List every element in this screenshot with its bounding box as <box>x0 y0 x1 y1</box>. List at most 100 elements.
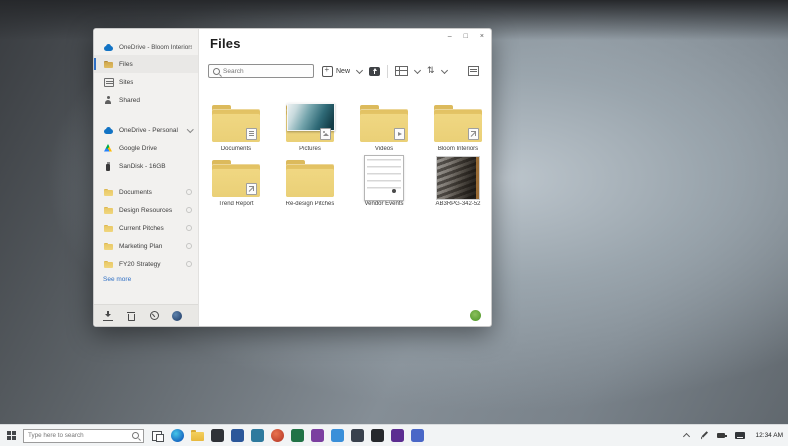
folder-icon <box>286 160 334 197</box>
document-badge-icon <box>246 128 257 140</box>
folder-icon <box>103 260 114 269</box>
windows-logo-icon <box>7 431 16 440</box>
new-button-label: New <box>336 68 350 75</box>
sidebar-pinned: DocumentsDesign Resources Current Pitches… <box>94 183 198 273</box>
tile-pictures[interactable]: Pictures <box>273 101 347 152</box>
taskbar-file-explorer-icon[interactable] <box>191 429 204 442</box>
tile-label: Bloom Interiors <box>438 146 478 152</box>
taskbar-search-icon <box>132 432 139 439</box>
tile-videos[interactable]: Videos <box>347 101 421 152</box>
sidebar-item-sites[interactable]: Sites <box>94 73 198 91</box>
start-button[interactable] <box>0 425 23 446</box>
taskbar-onenote-icon[interactable] <box>311 429 324 442</box>
recent-icon[interactable] <box>149 311 159 321</box>
pen-icon[interactable] <box>699 431 709 441</box>
recycle-bin-icon[interactable] <box>126 311 136 321</box>
photo-preview <box>436 156 480 200</box>
taskbar-search-input[interactable] <box>28 432 129 439</box>
sidebar-item-sandisk-16gb[interactable]: SanDisk - 16GB <box>94 157 198 175</box>
search-icon <box>213 68 220 75</box>
taskbar-app-navy-icon[interactable] <box>351 429 364 442</box>
search-box[interactable] <box>208 64 314 78</box>
folder-body <box>191 432 204 441</box>
tile-documents[interactable]: Documents <box>199 101 273 152</box>
view-dropdown-chevron-icon[interactable] <box>414 66 421 73</box>
toolbar-divider <box>387 65 388 78</box>
sidebar-item-shared[interactable]: Shared <box>94 91 198 109</box>
tile-label: Re-design Pitches <box>286 201 335 207</box>
upload-icon[interactable] <box>369 67 380 76</box>
image-badge-icon <box>320 128 331 140</box>
see-more-link[interactable]: See more <box>103 276 198 283</box>
new-dropdown-chevron-icon[interactable] <box>356 66 363 73</box>
sidebar-item-design-resources[interactable]: Design Resources <box>94 201 198 219</box>
view-grid-icon[interactable] <box>395 66 408 76</box>
cloud-icon <box>103 126 114 135</box>
sort-dropdown-chevron-icon[interactable] <box>441 66 448 73</box>
maximize-button[interactable]: □ <box>464 32 468 42</box>
sidebar-item-label: OneDrive - Personal <box>119 127 178 134</box>
photo-thumbnail <box>287 103 335 131</box>
sidebar-item-documents[interactable]: Documents <box>94 183 198 201</box>
sidebar-item-current-pitches[interactable]: Current Pitches <box>94 219 198 237</box>
taskbar-app-black-icon[interactable] <box>371 429 384 442</box>
shared-badge-icon <box>246 183 257 195</box>
taskbar-office-icon[interactable] <box>271 429 284 442</box>
account-label: OneDrive - Bloom Interiors <box>119 44 192 51</box>
sidebar-item-google-drive[interactable]: Google Drive <box>94 139 198 157</box>
sidebar-account[interactable]: OneDrive - Bloom Interiors <box>94 39 198 55</box>
taskbar-store-icon[interactable] <box>211 429 224 442</box>
sidebar-item-label: Marketing Plan <box>119 243 162 250</box>
taskbar-word-icon[interactable] <box>231 429 244 442</box>
hidden-icons-chevron-icon[interactable] <box>681 431 691 441</box>
toolbar: New ⇅ <box>198 64 491 80</box>
tile-label: Trend Report <box>218 201 253 207</box>
taskbar-app-blue-icon[interactable] <box>411 429 424 442</box>
tile-art <box>421 101 495 145</box>
clock[interactable]: 12:34 AM <box>753 432 783 439</box>
tile-bloom-interiors[interactable]: Bloom Interiors <box>421 101 495 152</box>
sidebar-item-label: Google Drive <box>119 145 157 152</box>
tile-re-design-pitches[interactable]: Re-design Pitches <box>273 156 347 207</box>
folder-icon <box>103 188 114 197</box>
taskbar-task-view-icon[interactable] <box>151 429 164 442</box>
tile-ab3rpg-342-52[interactable]: AB3RPG-342-52 <box>421 156 495 207</box>
sync-status-button[interactable] <box>470 310 481 321</box>
pin-status-icon <box>186 225 192 231</box>
toolbar-actions: New ⇅ <box>322 64 447 78</box>
minimize-button[interactable]: – <box>448 32 452 42</box>
system-tray-icons <box>681 431 745 441</box>
taskbar-outlook-icon[interactable] <box>331 429 344 442</box>
details-pane-icon[interactable] <box>468 66 479 76</box>
tile-trend-report[interactable]: Trend Report <box>199 156 273 207</box>
taskbar-teams-icon[interactable] <box>251 429 264 442</box>
close-button[interactable]: × <box>480 32 484 42</box>
taskbar-search-box[interactable] <box>23 429 144 443</box>
settings-icon[interactable] <box>172 311 182 321</box>
sidebar-item-marketing-plan[interactable]: Marketing Plan <box>94 237 198 255</box>
sidebar-item-label: Current Pitches <box>119 225 164 232</box>
tile-label: Documents <box>221 146 251 152</box>
tile-label: Pictures <box>299 146 321 152</box>
pin-status-icon <box>186 207 192 213</box>
tile-art <box>199 156 273 200</box>
page-title: Files <box>210 36 241 51</box>
search-input[interactable] <box>223 68 309 75</box>
tile-label: AB3RPG-342-52 <box>435 201 480 207</box>
taskbar-excel-icon[interactable] <box>291 429 304 442</box>
tile-art <box>347 101 421 145</box>
battery-icon[interactable] <box>717 431 727 441</box>
taskbar-edge-icon[interactable] <box>171 429 184 442</box>
sidebar-item-files[interactable]: Files <box>94 55 198 73</box>
sidebar-nav: FilesSitesShared <box>94 55 198 109</box>
sidebar-item-onedrive-personal[interactable]: OneDrive - Personal <box>94 121 198 139</box>
sort-icon[interactable]: ⇅ <box>427 66 435 76</box>
download-icon[interactable] <box>103 311 113 321</box>
sidebar-item-fy20-strategy[interactable]: FY20 Strategy <box>94 255 198 273</box>
new-button[interactable]: New <box>322 66 350 77</box>
folder-icon <box>103 224 114 233</box>
touch-keyboard-icon[interactable] <box>735 431 745 441</box>
chevron-down-icon[interactable] <box>187 126 193 132</box>
taskbar-visual-studio-icon[interactable] <box>391 429 404 442</box>
tile-vendor-events[interactable]: Vendor Events <box>347 156 421 207</box>
